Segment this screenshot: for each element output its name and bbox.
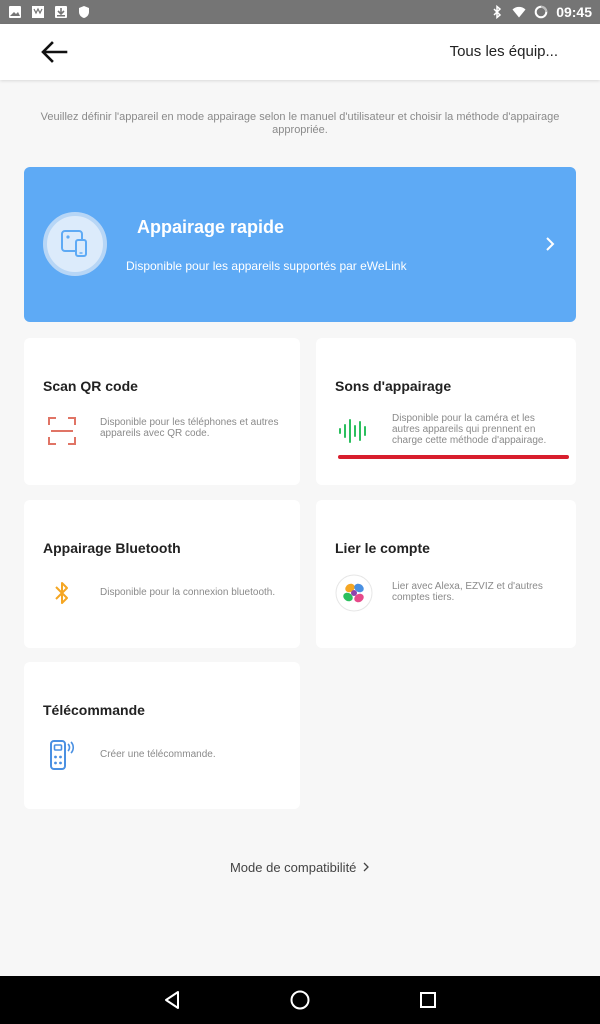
status-right-icons: 09:45 <box>490 4 592 20</box>
red-underline-highlight <box>338 455 569 459</box>
quick-pairing-title: Appairage rapide <box>137 217 285 237</box>
android-nav-bar <box>0 976 600 1024</box>
status-left-icons <box>8 5 91 19</box>
bluetooth-pairing-title: Appairage Bluetooth <box>43 540 181 556</box>
status-time: 09:45 <box>556 4 592 20</box>
scan-qr-card[interactable]: Scan QR code Disponible pour les télépho… <box>24 338 300 485</box>
back-triangle-icon[interactable] <box>160 988 184 1012</box>
battery-charging-icon <box>534 5 548 19</box>
link-account-card[interactable]: Lier le compte Lier avec Alexa, EZVIZ et… <box>316 500 576 648</box>
bluetooth-pairing-description: Disponible pour la connexion bluetooth. <box>100 587 276 598</box>
intro-text: Veuillez définir l'appareil en mode appa… <box>40 111 560 136</box>
remote-control-card[interactable]: Télécommande Créer une télécommande. <box>24 662 300 809</box>
remote-control-description: Créer une télécommande. <box>100 749 216 760</box>
app-header: Tous les équip... <box>0 24 600 80</box>
sound-pairing-card[interactable]: Sons d'appairage Disponible pour la camé… <box>316 338 576 485</box>
all-devices-link[interactable]: Tous les équip... <box>450 43 558 60</box>
image-icon <box>9 6 21 18</box>
recents-square-icon[interactable] <box>416 988 440 1012</box>
quick-pairing-icon <box>43 212 107 276</box>
download-icon <box>55 6 67 18</box>
sound-wave-icon <box>335 412 373 450</box>
bluetooth-pairing-card[interactable]: Appairage Bluetooth Disponible pour la c… <box>24 500 300 648</box>
wifi-icon <box>512 6 526 18</box>
scan-qr-title: Scan QR code <box>43 378 138 394</box>
home-circle-icon[interactable] <box>288 988 312 1012</box>
store-icon <box>32 6 44 18</box>
chevron-right-icon <box>546 237 555 251</box>
chevron-right-icon <box>363 862 369 872</box>
remote-control-title: Télécommande <box>43 702 145 718</box>
link-account-description: Lier avec Alexa, EZVIZ et d'autres compt… <box>392 581 543 603</box>
quick-pairing-card[interactable]: Appairage rapide Disponible pour les app… <box>24 167 576 322</box>
sound-pairing-title: Sons d'appairage <box>335 378 452 394</box>
status-bar: 09:45 <box>0 0 600 24</box>
bluetooth-icon <box>493 5 502 19</box>
remote-control-icon <box>43 736 81 774</box>
compatibility-mode-link[interactable]: Mode de compatibilité <box>0 860 600 875</box>
device-phone-icon <box>61 230 87 257</box>
link-account-title: Lier le compte <box>335 540 430 556</box>
bluetooth-icon <box>43 574 81 612</box>
arrow-left-icon[interactable] <box>38 38 70 66</box>
scan-frame-icon <box>43 412 81 450</box>
quick-pairing-subtitle: Disponible pour les appareils supportés … <box>126 259 407 273</box>
scan-qr-description: Disponible pour les téléphones et autres… <box>100 417 279 439</box>
compatibility-mode-label: Mode de compatibilité <box>229 860 357 875</box>
link-account-icon <box>335 574 373 612</box>
sound-pairing-description: Disponible pour la caméra et les autres … <box>392 413 547 446</box>
shield-icon <box>79 6 89 18</box>
